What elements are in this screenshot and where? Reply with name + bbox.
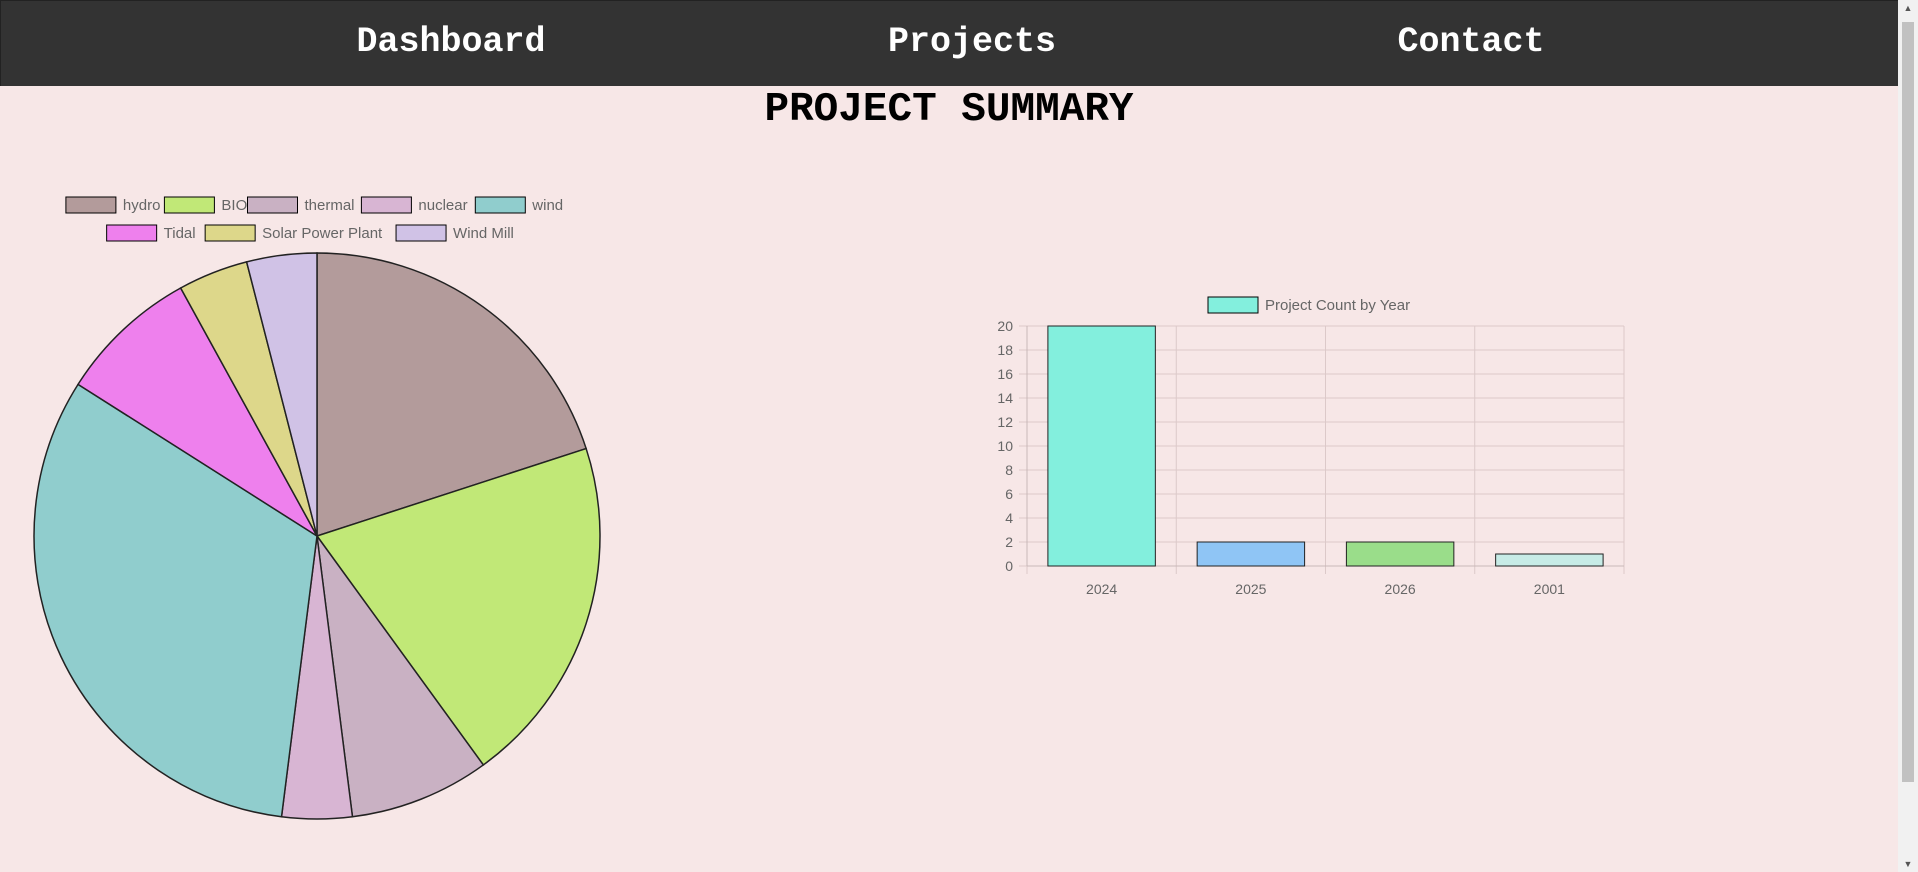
bar-2024 bbox=[1047, 325, 1156, 567]
x-tick-label: 2024 bbox=[1086, 581, 1117, 597]
y-tick-label: 12 bbox=[997, 414, 1013, 430]
bar-2026 bbox=[1345, 541, 1455, 567]
y-tick-label: 6 bbox=[1005, 486, 1013, 502]
y-tick-label: 2 bbox=[1005, 534, 1013, 550]
pie-chart: hydro BIO thermal nuclear wind Tidal Solar Pow… bbox=[33, 196, 1625, 820]
y-tick-label: 8 bbox=[1005, 462, 1013, 478]
bar-2001 bbox=[1495, 553, 1604, 567]
vertical-scrollbar[interactable]: ▲ ▼ bbox=[1898, 0, 1918, 872]
y-tick-label: 0 bbox=[1005, 558, 1013, 574]
legend-label: Tidal bbox=[164, 225, 196, 242]
legend-label: thermal bbox=[305, 197, 355, 214]
legend-swatch bbox=[204, 224, 256, 242]
x-tick-label: 2025 bbox=[1235, 581, 1266, 597]
legend-swatch bbox=[360, 196, 412, 214]
legend-label: hydro bbox=[123, 197, 161, 214]
bar-legend-label: Project Count by Year bbox=[1265, 297, 1410, 314]
scroll-down-icon[interactable]: ▼ bbox=[1898, 856, 1918, 872]
legend-swatch bbox=[163, 196, 215, 214]
legend-label: wind bbox=[531, 197, 563, 214]
legend-label: BIO bbox=[221, 197, 247, 214]
legend-swatch bbox=[247, 196, 298, 214]
legend-swatch bbox=[65, 196, 117, 214]
legend-swatch bbox=[474, 196, 526, 214]
y-tick-label: 10 bbox=[997, 438, 1013, 454]
y-tick-label: 14 bbox=[997, 390, 1013, 406]
y-tick-label: 4 bbox=[1005, 510, 1013, 526]
y-tick-label: 16 bbox=[997, 366, 1013, 382]
y-tick-label: 18 bbox=[997, 342, 1013, 358]
legend-swatch bbox=[395, 224, 447, 242]
scroll-up-icon[interactable]: ▲ bbox=[1898, 0, 1918, 16]
x-tick-label: 2001 bbox=[1534, 581, 1565, 597]
bar-2025 bbox=[1196, 541, 1306, 567]
legend-label: Solar Power Plant bbox=[262, 225, 383, 242]
x-tick-label: 2026 bbox=[1385, 581, 1416, 597]
y-tick-label: 20 bbox=[997, 318, 1013, 334]
legend-label: Wind Mill bbox=[453, 225, 514, 242]
scrollbar-thumb[interactable] bbox=[1902, 22, 1914, 782]
bar-legend-swatch bbox=[1207, 296, 1259, 314]
legend-label: nuclear bbox=[418, 197, 467, 214]
legend-swatch bbox=[106, 224, 158, 242]
